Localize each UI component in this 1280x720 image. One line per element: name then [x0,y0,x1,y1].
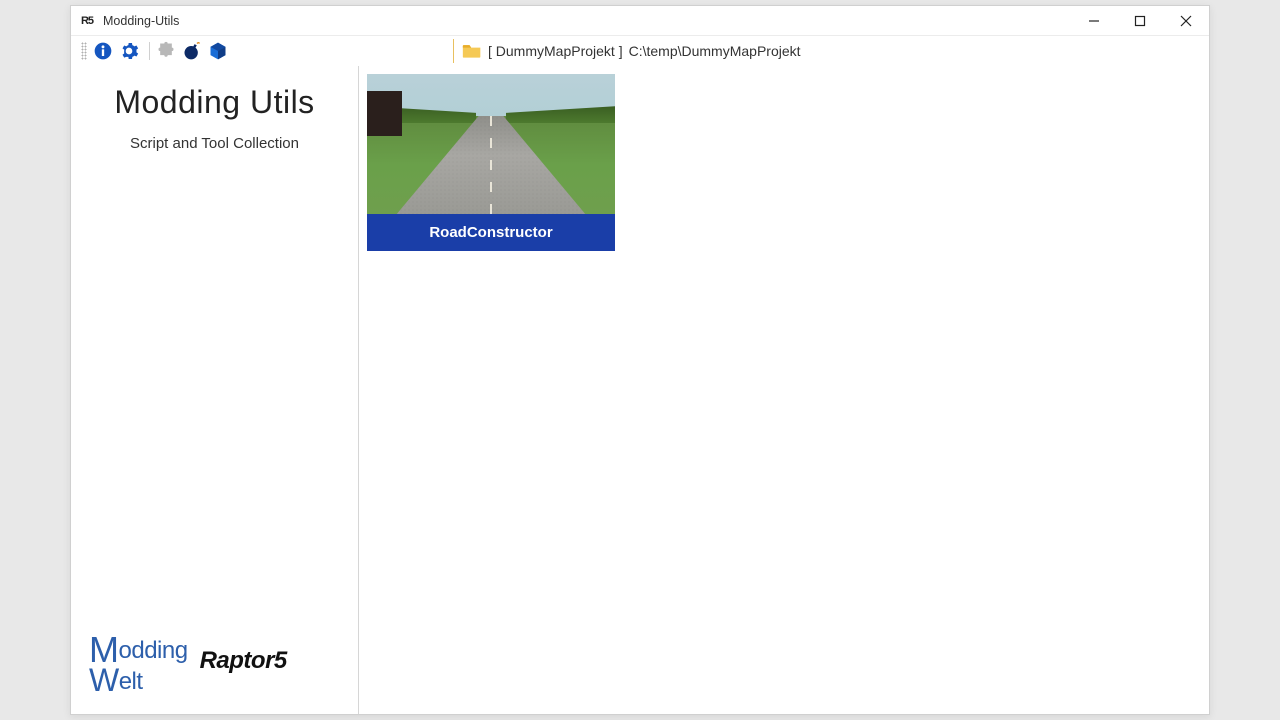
folder-icon[interactable] [462,42,482,60]
window-controls [1071,6,1209,36]
logo-text: odding [119,637,188,664]
project-path: C:\temp\DummyMapProjekt [629,43,801,59]
maximize-button[interactable] [1117,6,1163,36]
info-button[interactable] [92,40,114,62]
modding-welt-logo: Modding Welt [89,628,188,694]
sidebar-heading: Modding Utils [71,84,358,121]
title-bar: R5 Modding-Utils [71,6,1209,36]
toolbar: [ DummyMapProjekt ] C:\temp\DummyMapProj… [71,36,1209,66]
settings-button[interactable] [118,40,140,62]
tool-card-roadconstructor[interactable]: RoadConstructor [367,74,615,251]
bomb-button[interactable] [181,40,203,62]
project-name: [ DummyMapProjekt ] [488,43,623,59]
plugin-button-disabled [155,40,177,62]
sidebar-logos: Modding Welt Raptor5 [71,618,358,714]
gear-icon [119,41,139,61]
path-bar: [ DummyMapProjekt ] C:\temp\DummyMapProj… [453,39,801,63]
sidebar: Modding Utils Script and Tool Collection… [71,66,359,714]
pathbar-separator [453,39,454,63]
minimize-icon [1088,15,1100,27]
tool-card-label: RoadConstructor [367,214,615,251]
close-icon [1180,15,1192,27]
window-title: Modding-Utils [103,14,179,28]
package-button[interactable] [207,40,229,62]
cube-icon [208,41,228,61]
puzzle-icon [156,41,176,61]
bomb-icon [182,41,202,61]
sidebar-subtitle: Script and Tool Collection [71,135,358,152]
logo-text: elt [119,668,143,695]
minimize-button[interactable] [1071,6,1117,36]
toolbar-separator [149,42,150,60]
close-button[interactable] [1163,6,1209,36]
raptor5-logo: Raptor5 [200,647,287,675]
maximize-icon [1134,15,1146,27]
tool-thumbnail [367,74,615,214]
toolbar-grip [81,42,87,60]
app-window: R5 Modding-Utils [70,5,1210,715]
body: Modding Utils Script and Tool Collection… [71,66,1209,714]
app-icon: R5 [77,11,97,31]
main-content: RoadConstructor [359,66,1209,714]
info-icon [93,41,113,61]
